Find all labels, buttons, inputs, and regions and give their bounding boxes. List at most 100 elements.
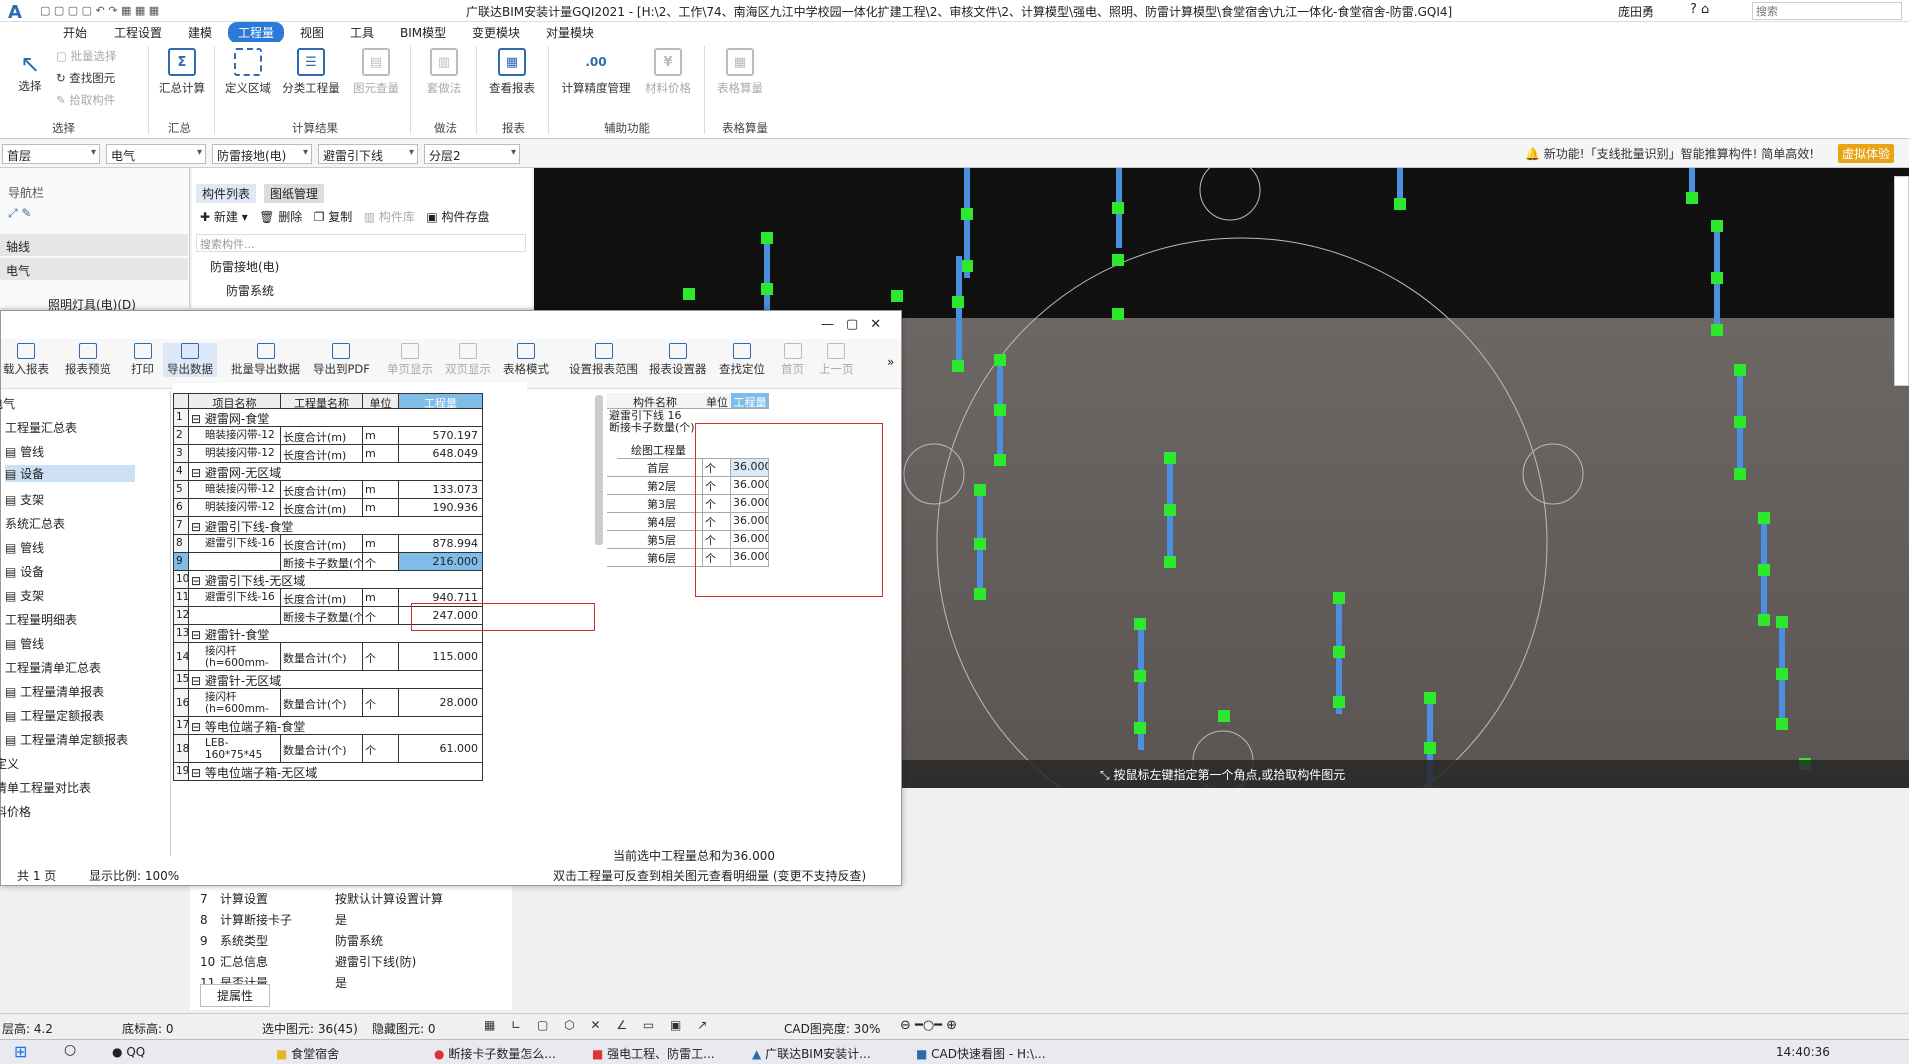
search-taskbar-icon[interactable]: ○ — [64, 1042, 76, 1058]
window-controls[interactable]: —▢✕ — [821, 317, 893, 332]
collapse-icon[interactable]: ⊟ — [191, 574, 205, 588]
taskbar-app-excel[interactable]: ■ 强电工程、防雷工... — [592, 1045, 740, 1062]
type-select[interactable]: 避雷引下线 — [318, 144, 418, 164]
layer-select[interactable]: 分层2 — [424, 144, 520, 164]
grid-cell-qty[interactable]: 115.000 — [399, 643, 483, 671]
tree-node[interactable]: ▤ 工程量定额报表 — [5, 707, 104, 724]
grid-cell-qty[interactable]: 570.197 — [399, 427, 483, 445]
menu-start[interactable]: 开始 — [63, 24, 87, 41]
grid-group-row[interactable]: ⊟ 等电位端子箱-食堂 — [189, 717, 483, 735]
search-input[interactable] — [1752, 2, 1902, 20]
category-qty-button[interactable]: ☰ 分类工程量 — [278, 48, 344, 96]
collapse-icon[interactable]: ⊟ — [191, 766, 205, 780]
tree-node[interactable]: 电气 — [0, 395, 15, 412]
taskbar-app-cad[interactable]: ■ CAD快速看图 - H:\... — [916, 1045, 1066, 1062]
calc-precision-button[interactable]: .00 计算精度管理 — [556, 48, 636, 96]
tree-node[interactable]: ▤ 工程量清单报表 — [5, 683, 104, 700]
property-row[interactable]: 8 计算断接卡子是 — [200, 911, 500, 928]
tree-node[interactable]: ▤ 管线 — [5, 443, 44, 460]
collapse-icon[interactable]: ⊟ — [191, 412, 205, 426]
batch-select-button[interactable]: ▢ 批量选择 — [56, 48, 117, 64]
new-button[interactable]: ✚ 新建 ▾ — [200, 210, 248, 224]
grid-cell-qty[interactable]: 190.936 — [399, 499, 483, 517]
tree-node[interactable]: ▤ 管线 — [5, 539, 44, 556]
property-row[interactable]: 9 系统类型 防雷系统 — [200, 932, 500, 949]
grid-group-row[interactable]: ⊟ 避雷网-食堂 — [189, 409, 483, 427]
report-settings-button[interactable]: 报表设置器 — [649, 343, 707, 377]
print-button[interactable]: 打印 — [131, 343, 154, 377]
report-preview-button[interactable]: 报表预览 — [65, 343, 111, 377]
collapse-icon[interactable]: ⊟ — [191, 520, 205, 534]
help-icon[interactable]: ? ⌂ — [1690, 2, 1709, 17]
tree-node[interactable]: 工程量汇总表 — [5, 419, 77, 436]
nav-item-axis[interactable]: 轴线 — [0, 234, 188, 256]
tree-node[interactable]: ▤ 支架 — [5, 587, 44, 604]
tree-node[interactable]: 工程量清单汇总表 — [5, 659, 101, 676]
brightness-slider[interactable]: ⊖ ━○━ ⊕ — [900, 1018, 978, 1036]
tree-node[interactable]: 系统汇总表 — [5, 515, 65, 532]
floor-select[interactable]: 首层 — [2, 144, 100, 164]
taskbar-app-folder[interactable]: ■ 食堂宿舍 — [276, 1045, 426, 1062]
find-element-button[interactable]: ↻ 查找图元 — [56, 70, 115, 86]
tree-lightning-system[interactable]: 防雷系统 — [226, 282, 274, 299]
menu-modeling[interactable]: 建模 — [188, 24, 212, 41]
grid-group-row[interactable]: ⊟ 等电位端子箱-无区域 — [189, 763, 483, 781]
tab-drawing-manage[interactable]: 图纸管理 — [264, 184, 325, 203]
tree-lightning-grounding[interactable]: 防雷接地(电) — [210, 258, 279, 275]
tree-node-selected[interactable]: ▤ 设备 — [5, 465, 135, 482]
grid-group-row[interactable]: ⊟ 避雷引下线-无区域 — [189, 571, 483, 589]
export-data-button[interactable]: 导出数据 — [163, 343, 217, 377]
menu-compare-module[interactable]: 对量模块 — [546, 24, 594, 41]
report-range-button[interactable]: 设置报表范围 — [569, 343, 638, 377]
summary-calc-button[interactable]: Σ 汇总计算 — [154, 48, 210, 96]
grid-cell-qty[interactable]: 216.000 — [399, 553, 483, 571]
define-area-button[interactable]: 定义区域 — [220, 48, 276, 96]
menu-change-module[interactable]: 变更模块 — [472, 24, 520, 41]
export-pdf-button[interactable]: 导出到PDF — [313, 343, 370, 377]
view-tools[interactable]: ▦ ∟ ▢ ⬡ ✕ ∠ ▭ ▣ ↗ — [484, 1018, 713, 1032]
delete-button[interactable]: 🗑 删除 — [259, 210, 302, 224]
property-row[interactable]: 10 汇总信息 避雷引下线(防) — [200, 953, 500, 970]
menu-project-settings[interactable]: 工程设置 — [114, 24, 162, 41]
tree-node[interactable]: 定义 — [0, 755, 19, 772]
tree-node[interactable]: ▤ 设备 — [5, 563, 44, 580]
grid-group-row[interactable]: ⊟ 避雷网-无区域 — [189, 463, 483, 481]
nav-toolbar[interactable]: ⤢ ✎ — [8, 206, 31, 221]
collapse-icon[interactable]: ⊟ — [191, 466, 205, 480]
viewcube-toolbar[interactable] — [1894, 176, 1909, 386]
tree-node[interactable]: ▤ 支架 — [5, 491, 44, 508]
grid-cell-qty[interactable]: 61.000 — [399, 735, 483, 763]
grid-cell-qty[interactable]: 878.994 — [399, 535, 483, 553]
double-page-button[interactable]: 双页显示 — [445, 343, 491, 377]
save-component-button[interactable]: ▣ 构件存盘 — [426, 210, 489, 224]
view-report-button[interactable]: ▦ 查看报表 — [482, 48, 542, 96]
collapse-icon[interactable]: ⊟ — [191, 628, 205, 642]
find-locate-button[interactable]: 查找定位 — [719, 343, 765, 377]
more-icon[interactable]: » — [887, 355, 894, 369]
collapse-icon[interactable]: ⊟ — [191, 674, 205, 688]
try-button[interactable]: 虚拟体验 — [1838, 144, 1895, 163]
taskbar-app-qq[interactable]: ● QQ — [112, 1045, 145, 1059]
component-lib-button[interactable]: ▥ 构件库 — [364, 210, 415, 224]
category-select[interactable]: 防雷接地(电) — [212, 144, 312, 164]
load-report-button[interactable]: 载入报表 — [3, 343, 49, 377]
collapse-icon[interactable]: ⊟ — [191, 720, 205, 734]
menu-quantity[interactable]: 工程量 — [228, 22, 285, 43]
copy-button[interactable]: ❐ 复制 — [314, 210, 353, 224]
tree-node[interactable]: ▤ 工程量清单定额报表 — [5, 731, 128, 748]
grid-group-row[interactable]: ⊟ 避雷针-无区域 — [189, 671, 483, 689]
batch-export-button[interactable]: 批量导出数据 — [231, 343, 300, 377]
element-qty-button[interactable]: ▤ 图元查量 — [348, 48, 404, 96]
menu-view[interactable]: 视图 — [300, 24, 324, 41]
single-page-button[interactable]: 单页显示 — [387, 343, 433, 377]
table-mode-button[interactable]: 表格模式 — [503, 343, 549, 377]
nav-item-electric[interactable]: 电气 — [0, 258, 188, 280]
taskbar-app-chrome[interactable]: ● 断接卡子数量怎么... — [434, 1045, 584, 1062]
property-row[interactable]: 7 计算设置 按默认计算设置计算 — [200, 890, 500, 907]
menu-tools[interactable]: 工具 — [350, 24, 374, 41]
pick-component-button[interactable]: ✎ 拾取构件 — [56, 92, 115, 108]
user-name[interactable]: 庞田勇 — [1618, 3, 1654, 20]
grid-scrollbar[interactable] — [595, 395, 603, 545]
discipline-select[interactable]: 电气 — [106, 144, 206, 164]
tab-component-list[interactable]: 构件列表 — [196, 184, 257, 203]
